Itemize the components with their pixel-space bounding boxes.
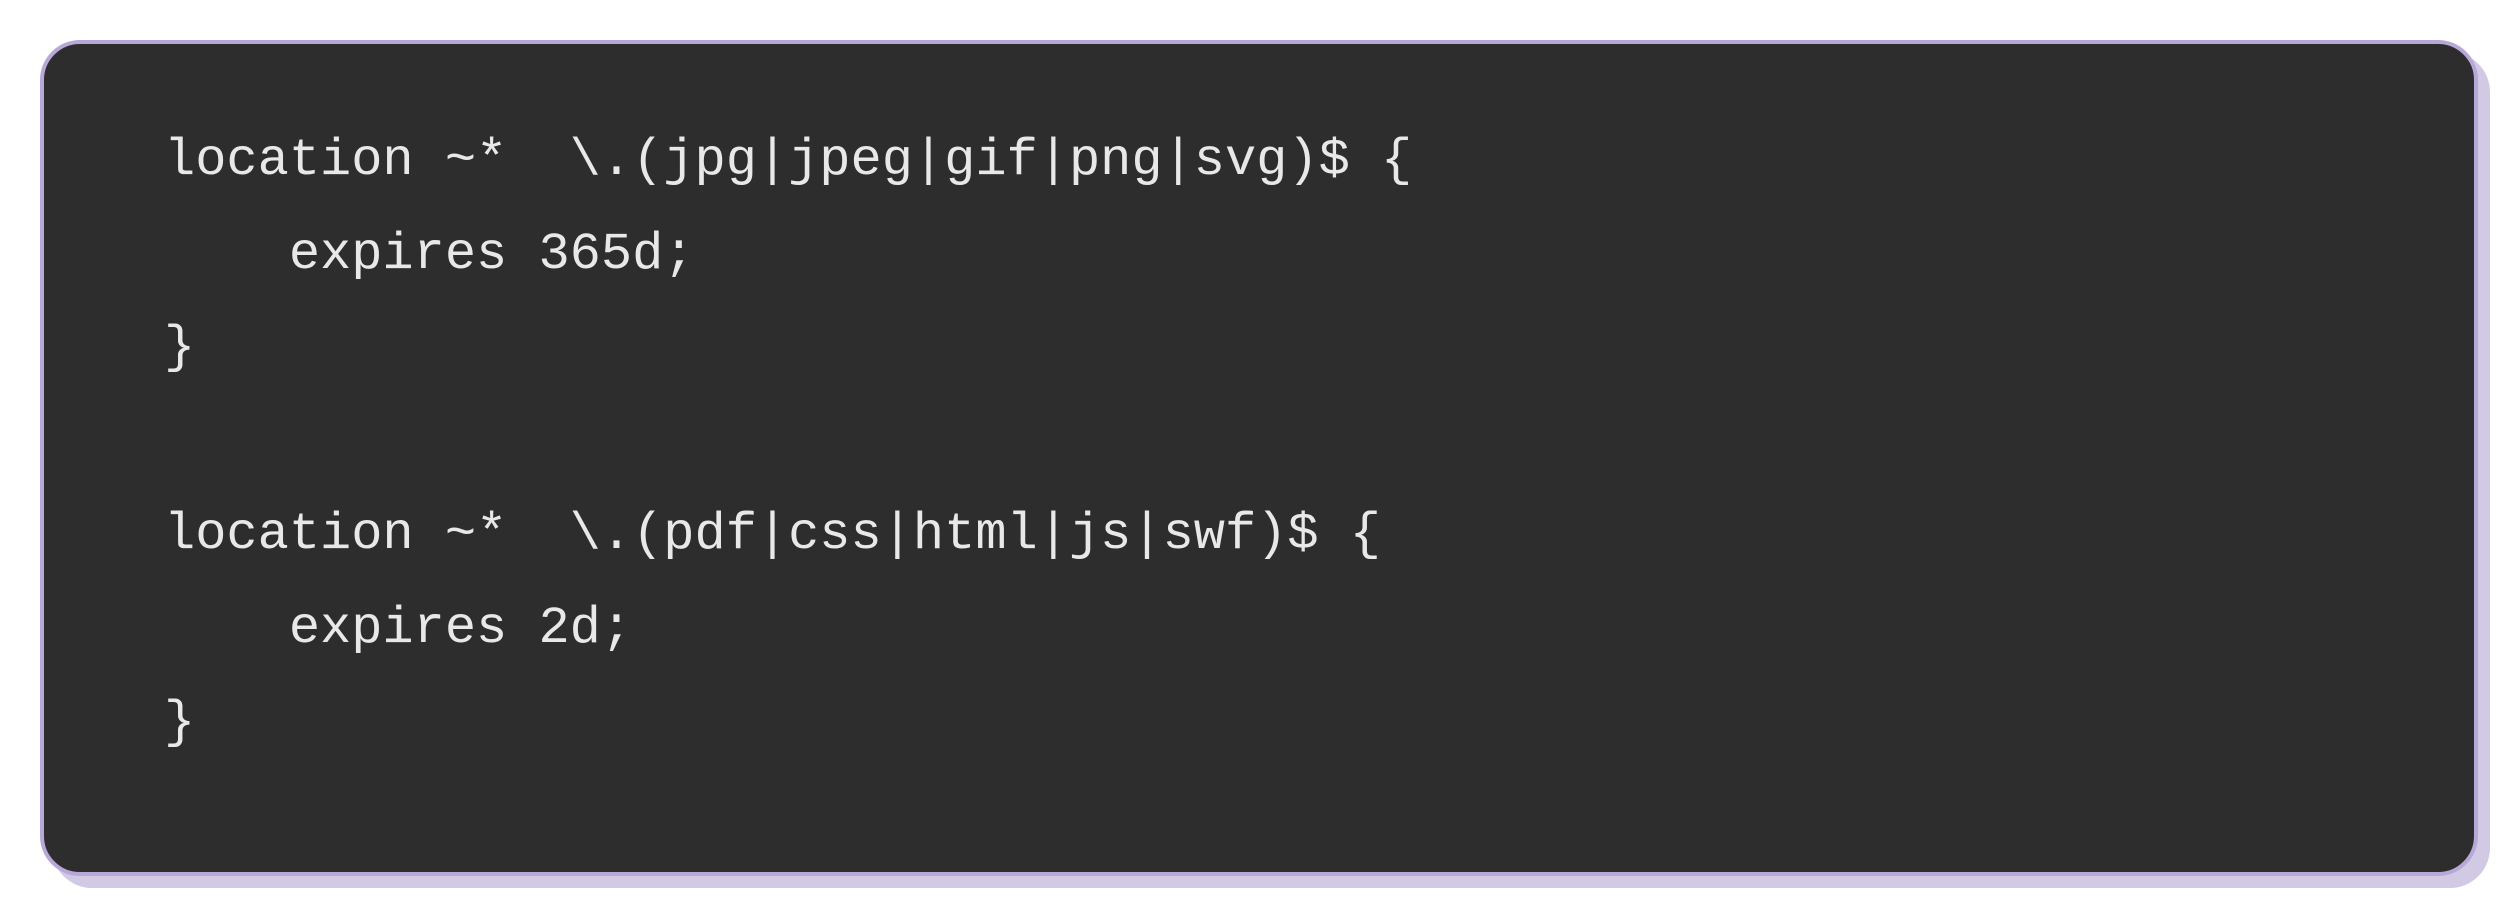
code-line-5: location ~* \.(pdf|css|html|js|swf)$ { [164,505,1381,564]
code-block: location ~* \.(jpg|jpeg|gif|png|svg)$ { … [40,40,2478,876]
code-line-6: expires 2d; [164,599,632,658]
code-line-2: expires 365d; [164,225,695,284]
code-line-3: } [164,318,195,377]
code-line-7: } [164,693,195,752]
code-line-1: location ~* \.(jpg|jpeg|gif|png|svg)$ { [164,131,1412,190]
